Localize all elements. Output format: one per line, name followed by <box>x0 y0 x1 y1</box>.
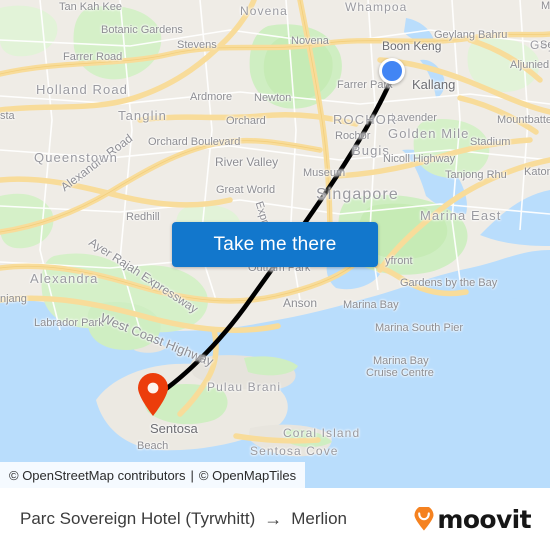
map-trip-card: Tan Kah Kee Novena Whampoa Botanic Gardens G… <box>0 0 550 550</box>
take-me-there-label: Take me there <box>213 233 337 255</box>
footer-bar: Parc Sovereign Hotel (Tyrwhitt) → Merlio… <box>0 488 550 550</box>
trip-origin-label: Parc Sovereign Hotel (Tyrwhitt) <box>20 509 256 528</box>
map-canvas[interactable]: Tan Kah Kee Novena Whampoa Botanic Gardens G… <box>0 0 550 488</box>
map-pin-icon <box>138 373 168 416</box>
moovit-logo[interactable]: moovit <box>413 488 532 550</box>
moovit-pin-icon <box>414 507 434 531</box>
origin-marker[interactable] <box>379 58 405 84</box>
attribution-separator: | <box>190 467 194 483</box>
destination-marker[interactable] <box>136 373 170 417</box>
moovit-wordmark: moovit <box>437 504 531 534</box>
attribution-osm[interactable]: © OpenStreetMap contributors <box>9 468 186 483</box>
take-me-there-button[interactable]: Take me there <box>172 222 378 267</box>
map-attribution: © OpenStreetMap contributors | © OpenMap… <box>0 462 306 488</box>
trip-title: Parc Sovereign Hotel (Tyrwhitt) → Merlio… <box>20 488 347 550</box>
arrow-right-icon: → <box>264 508 283 529</box>
attribution-openmaptiles[interactable]: © OpenMapTiles <box>199 468 296 483</box>
trip-destination-label: Merlion <box>291 509 347 528</box>
